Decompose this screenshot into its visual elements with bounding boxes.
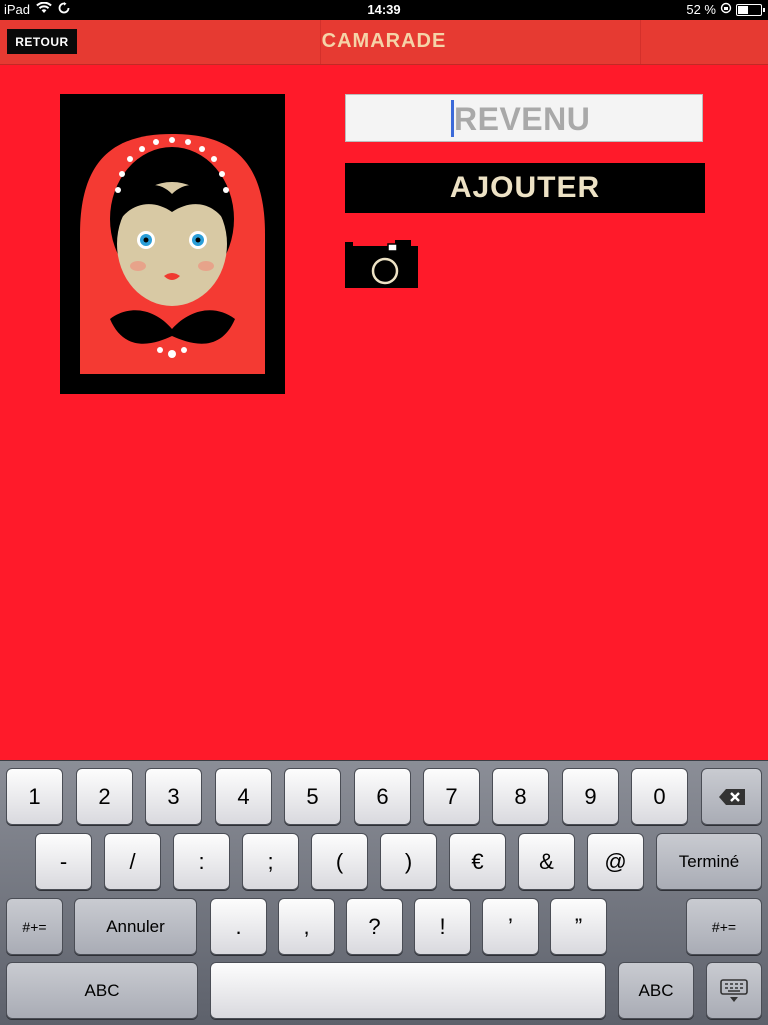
abc-key-right[interactable]: ABC xyxy=(618,962,694,1019)
camera-button[interactable] xyxy=(345,240,419,290)
key-close-paren[interactable]: ) xyxy=(380,833,437,890)
dismiss-keyboard-key[interactable] xyxy=(706,962,762,1019)
navigation-bar: RETOUR CAMARADE xyxy=(0,20,768,65)
key-question[interactable]: ? xyxy=(346,898,403,955)
add-button[interactable]: AJOUTER xyxy=(345,163,705,213)
key-2[interactable]: 2 xyxy=(76,768,133,825)
key-5[interactable]: 5 xyxy=(284,768,341,825)
key-open-paren[interactable]: ( xyxy=(311,833,368,890)
abc-key-left[interactable]: ABC xyxy=(6,962,198,1019)
key-colon[interactable]: : xyxy=(173,833,230,890)
key-ampersand[interactable]: & xyxy=(518,833,575,890)
key-exclamation[interactable]: ! xyxy=(414,898,471,955)
space-key[interactable] xyxy=(210,962,606,1019)
cancel-key[interactable]: Annuler xyxy=(74,898,197,955)
revenue-input[interactable]: REVENU xyxy=(345,94,703,142)
contact-photo[interactable] xyxy=(60,94,285,394)
keyboard-dismiss-icon xyxy=(720,978,748,1002)
key-slash[interactable]: / xyxy=(104,833,161,890)
delete-icon xyxy=(718,788,745,805)
page-title: CAMARADE xyxy=(321,30,447,52)
key-semicolon[interactable]: ; xyxy=(242,833,299,890)
key-apostrophe[interactable]: ’ xyxy=(482,898,539,955)
onscreen-keyboard: 1 2 3 4 5 6 7 8 9 0 - / : ; ( ) € & @ Te… xyxy=(0,760,768,1025)
key-at[interactable]: @ xyxy=(587,833,644,890)
status-right: 52 % xyxy=(686,2,765,17)
status-time: 14:39 xyxy=(367,2,401,17)
key-quote[interactable]: ” xyxy=(550,898,607,955)
key-9[interactable]: 9 xyxy=(562,768,619,825)
key-1[interactable]: 1 xyxy=(6,768,63,825)
more-symbols-key-right[interactable]: #+= xyxy=(686,898,762,955)
key-3[interactable]: 3 xyxy=(145,768,202,825)
key-0[interactable]: 0 xyxy=(631,768,688,825)
battery-icon xyxy=(736,4,765,16)
more-symbols-key-left[interactable]: #+= xyxy=(6,898,63,955)
key-7[interactable]: 7 xyxy=(423,768,480,825)
key-period[interactable]: . xyxy=(210,898,267,955)
key-hyphen[interactable]: - xyxy=(35,833,92,890)
key-8[interactable]: 8 xyxy=(492,768,549,825)
delete-key[interactable] xyxy=(701,768,762,825)
key-comma[interactable]: , xyxy=(278,898,335,955)
key-euro[interactable]: € xyxy=(449,833,506,890)
key-4[interactable]: 4 xyxy=(215,768,272,825)
matryoshka-doll-image xyxy=(80,114,265,374)
battery-level xyxy=(738,6,749,14)
camera-icon xyxy=(345,240,418,288)
battery-percent: 52 % xyxy=(686,2,716,17)
input-placeholder: REVENU xyxy=(454,101,591,137)
key-6[interactable]: 6 xyxy=(354,768,411,825)
done-key[interactable]: Terminé xyxy=(656,833,762,890)
lock-rotation-icon xyxy=(720,2,732,17)
status-bar: iPad 14:39 52 % xyxy=(0,0,768,20)
